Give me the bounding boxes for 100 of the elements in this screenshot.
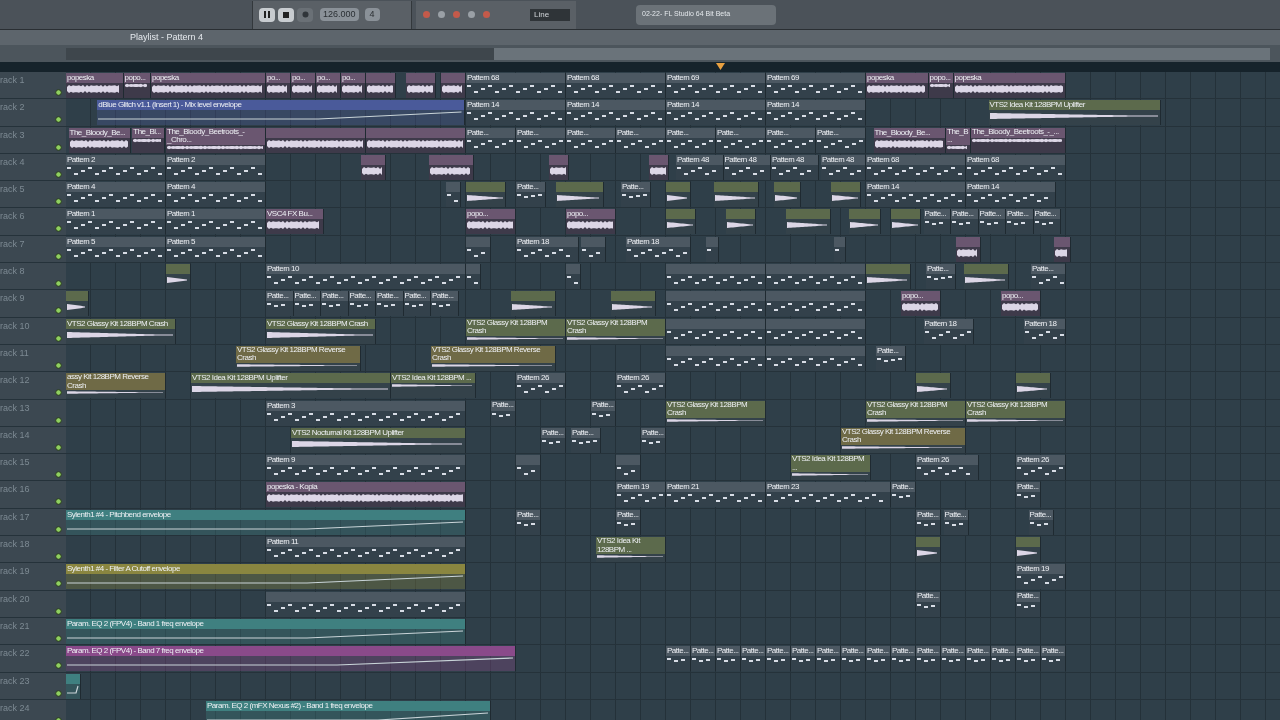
pattern-clip[interactable]: Patte... [966, 646, 991, 672]
audio-clip[interactable]: po... [316, 73, 341, 98]
pattern-clip[interactable]: Pattern 1 [66, 209, 166, 235]
audio-clip[interactable]: popeska [866, 73, 929, 98]
pattern-clip[interactable]: Patte... [616, 509, 641, 535]
pattern-clip[interactable]: Pattern 5 [66, 236, 166, 262]
pattern-clip[interactable]: Pattern 69 [766, 73, 866, 98]
pattern-clip[interactable]: Patte... [891, 482, 916, 508]
sample-clip[interactable]: VTS2 Glassy Kit 128BPM Crash [566, 318, 666, 344]
pattern-clip[interactable]: Pattern 2 [166, 154, 266, 180]
pattern-display[interactable]: 4 [364, 7, 380, 22]
pattern-clip[interactable]: Pattern 69 [666, 73, 766, 98]
audio-clip[interactable]: popo... [1001, 291, 1041, 317]
pattern-clip[interactable]: Pattern 18 [516, 236, 579, 262]
pattern-clip[interactable]: Patte... [491, 400, 516, 426]
pattern-clip[interactable]: Pattern 18 [626, 236, 691, 262]
pattern-clip[interactable]: Pattern 14 [466, 100, 566, 126]
sample-clip[interactable]: VTS2 Glassy Kit 128BPM Reverse Crash [236, 345, 361, 371]
sample-clip[interactable]: VTS2 Glassy Kit 128BPM Reverse Crash [841, 427, 966, 453]
pattern-clip[interactable]: Patte... [923, 209, 951, 235]
pattern-clip[interactable]: Patte... [916, 646, 941, 672]
pattern-clip[interactable]: Pattern 48 [771, 154, 819, 180]
automation-clip[interactable]: Param. EQ 2 (mFX Nexus #2) - Band 1 freq envelope [206, 700, 491, 720]
sample-clip[interactable]: VTS2 Glassy Kit 128BPM Reverse Crash [431, 345, 556, 371]
audio-clip[interactable]: popo... [901, 291, 941, 317]
pattern-clip[interactable]: Pattern 14 [766, 100, 866, 126]
sample-clip[interactable]: VTS2 Glassy Kit 128BPM Crash [266, 318, 376, 344]
audio-clip[interactable]: po... [266, 73, 291, 98]
tempo-display[interactable]: 126.000 [320, 7, 359, 22]
automation-clip[interactable]: Param. EQ 2 (FPV4) - Band 1 freq envelope [66, 618, 466, 644]
audio-clip[interactable]: popo... [466, 209, 516, 235]
pattern-clip[interactable]: Pattern 18 [1023, 318, 1066, 344]
pattern-clip[interactable]: Pattern 26 [916, 455, 979, 481]
sample-clip[interactable]: VTS2 Glassy Kit 128BPM Crash [66, 318, 176, 344]
pattern-clip[interactable]: Patte... [571, 427, 601, 453]
pattern-clip[interactable]: Patte... [741, 646, 766, 672]
pattern-clip[interactable]: Patte... [566, 127, 616, 153]
pattern-clip[interactable]: Pattern 68 [466, 73, 566, 98]
pattern-clip[interactable]: Patte... [691, 646, 716, 672]
audio-clip[interactable]: The_Bloody_Be... [873, 127, 946, 153]
pattern-clip[interactable]: Pattern 68 [866, 154, 966, 180]
pattern-clip[interactable]: Pattern 21 [666, 482, 766, 508]
pattern-clip[interactable]: Patte... [466, 127, 516, 153]
pattern-clip[interactable]: Patte... [293, 291, 321, 317]
sample-clip[interactable]: VTS2 Glassy Kit 128BPM Crash [666, 400, 766, 426]
pattern-clip[interactable]: Pattern 5 [166, 236, 266, 262]
pattern-clip[interactable]: Pattern 9 [266, 455, 466, 481]
pattern-clip[interactable]: Pattern 26 [616, 373, 666, 399]
pattern-clip[interactable]: Pattern 3 [266, 400, 466, 426]
audio-clip[interactable]: The_Bloody_Beetroots_-_Chro... [166, 127, 266, 153]
pattern-clip[interactable]: Patte... [321, 291, 349, 317]
sample-clip[interactable]: VTS2 Glassy Kit 128BPM Crash [466, 318, 566, 344]
pattern-clip[interactable]: Pattern 14 [566, 100, 666, 126]
pattern-clip[interactable]: Patte... [621, 182, 651, 208]
pattern-clip[interactable]: Patte... [666, 646, 691, 672]
pattern-clip[interactable]: Pattern 48 [723, 154, 771, 180]
pattern-clip[interactable]: Patte... [916, 591, 941, 617]
pattern-clip[interactable]: Pattern 26 [1016, 455, 1066, 481]
audio-clip[interactable]: po... [341, 73, 366, 98]
audio-clip[interactable]: VSC4 FX Bu... [266, 209, 324, 235]
sample-clip[interactable]: VTS2 Glassy Kit 128BPM Crash [866, 400, 966, 426]
pattern-clip[interactable]: Pattern 1 [166, 209, 266, 235]
sample-clip[interactable]: VTS2 Idea Kit 128BPM Uplifter [191, 373, 391, 399]
pattern-clip[interactable]: Patte... [766, 127, 816, 153]
pattern-clip[interactable]: Pattern 18 [923, 318, 974, 344]
pattern-clip[interactable]: Patte... [516, 127, 566, 153]
pattern-clip[interactable]: Pattern 19 [1016, 564, 1066, 590]
sample-clip[interactable]: VTS2 Idea Kit 128BPM Uplifter [988, 100, 1161, 126]
pattern-clip[interactable]: Pattern 48 [821, 154, 866, 180]
audio-clip[interactable]: The_Bl... [132, 127, 165, 153]
pattern-clip[interactable]: Patte... [1016, 591, 1041, 617]
automation-clip[interactable]: Sylenth1 #4 - Pitchbend envelope [66, 509, 466, 535]
pattern-clip[interactable]: Pattern 4 [166, 182, 266, 208]
pattern-clip[interactable]: Patte... [1028, 509, 1054, 535]
automation-clip[interactable]: Param. EQ 2 (FPV4) - Band 7 freq envelope [66, 646, 516, 672]
sample-clip[interactable]: VTS2 Idea Kit 128BPM ... [391, 373, 476, 399]
pattern-clip[interactable]: Patte... [876, 345, 906, 371]
pattern-clip[interactable]: Patte... [403, 291, 431, 317]
pattern-clip[interactable]: Patte... [1031, 264, 1066, 290]
pattern-clip[interactable]: Patte... [348, 291, 376, 317]
pattern-clip[interactable]: Patte... [1016, 646, 1041, 672]
pattern-clip[interactable]: Pattern 2 [66, 154, 166, 180]
audio-clip[interactable]: popeska [151, 73, 266, 98]
sample-clip[interactable]: VTS2 Glassy Kit 128BPM Crash [966, 400, 1066, 426]
pattern-clip[interactable]: Patte... [516, 182, 546, 208]
sample-clip[interactable]: VTS2 Idea Kit 128BPM ... [791, 455, 871, 481]
pattern-clip[interactable]: Patte... [591, 400, 616, 426]
pattern-clip[interactable]: Patte... [641, 427, 666, 453]
pattern-clip[interactable]: Pattern 48 [676, 154, 724, 180]
pattern-clip[interactable]: Patte... [1006, 209, 1034, 235]
pattern-clip[interactable]: Pattern 14 [966, 182, 1056, 208]
audio-clip[interactable]: popeska [953, 73, 1066, 98]
audio-clip[interactable]: popeska - Kopia [266, 482, 466, 508]
pattern-clip[interactable]: Patte... [1016, 482, 1041, 508]
pattern-clip[interactable]: Patte... [916, 509, 941, 535]
sample-clip[interactable]: VTS2 Nocturnal Kit 128BPM Uplifter [291, 427, 466, 453]
pattern-clip[interactable]: Patte... [866, 646, 891, 672]
pattern-clip[interactable]: Pattern 11 [266, 537, 466, 563]
audio-clip[interactable]: The_Bloody_Beetroots_-_... [971, 127, 1066, 153]
pattern-clip[interactable]: Patte... [716, 127, 766, 153]
